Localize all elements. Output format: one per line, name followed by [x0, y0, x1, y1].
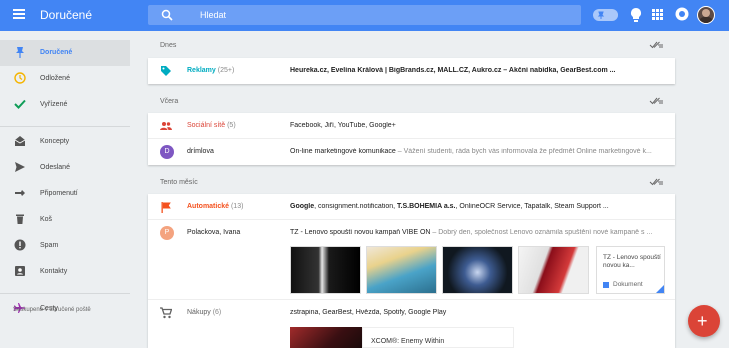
apps-grid-icon[interactable]	[652, 9, 663, 20]
corner-fold	[656, 285, 664, 293]
document-icon	[603, 282, 609, 288]
bundle-name: Reklamy (25+)	[187, 67, 235, 74]
sweep-done-icon[interactable]	[649, 177, 663, 187]
checkmark-icon	[14, 99, 26, 109]
attachment-thumbnail[interactable]	[442, 246, 513, 294]
section-yesterday: Včera	[148, 93, 675, 109]
bundle-row-automatic[interactable]: Automatické (13) Google, consignment.not…	[148, 194, 675, 220]
account-avatar[interactable]	[697, 6, 715, 24]
sidebar-item-label: Kontakty	[40, 268, 68, 275]
sidebar-item-label: Připomenutí	[40, 190, 78, 197]
promo-card[interactable]: XCOM®: Enemy Within	[362, 327, 514, 348]
sidebar-item-reminders[interactable]: Připomenutí	[0, 181, 130, 207]
clock-icon	[14, 72, 26, 84]
trash-icon	[16, 214, 24, 224]
sidebar-item-label: Spam	[40, 242, 59, 249]
sidebar-divider	[0, 293, 130, 294]
sidebar-item-label: Koncepty	[40, 138, 70, 145]
bundle-name: Automatické (13)	[187, 203, 244, 210]
send-icon	[15, 162, 25, 172]
sidebar-item-label: Doručené	[40, 49, 73, 56]
row-snippet: On-line marketingové komunikace – Vážení…	[290, 148, 652, 155]
attachment-thumbnail[interactable]	[518, 246, 589, 294]
search-bar[interactable]: Hledat	[148, 5, 581, 25]
people-icon	[160, 122, 172, 130]
sidebar-divider	[0, 126, 130, 127]
pin-toggle-icon[interactable]	[593, 9, 618, 21]
section-title: Dnes	[160, 42, 177, 49]
sender-avatar: P	[160, 226, 174, 240]
promo-image[interactable]	[290, 327, 362, 348]
sender-avatar: D	[160, 145, 174, 159]
reminder-bulb-icon[interactable]	[630, 7, 642, 23]
sidebar-item-label: Odeslané	[40, 164, 70, 171]
app-title: Doručené	[40, 8, 93, 22]
contacts-icon	[15, 266, 25, 276]
sweep-done-icon[interactable]	[649, 96, 663, 106]
sidebar-item-label: Vyřízené	[40, 101, 68, 108]
sidebar: Doručené Odložené Vyřízené Koncepty Odes…	[0, 31, 130, 348]
sidebar-footer: Seskupeno v doručené poště	[13, 307, 91, 313]
inbox-list: Dnes Reklamy (25+) Heureka.cz, Evelína K…	[148, 31, 675, 348]
top-app-bar: Doručené Hledat	[0, 0, 729, 31]
section-title: Tento měsíc	[160, 179, 198, 186]
flag-icon	[161, 202, 171, 213]
sweep-done-icon[interactable]	[649, 40, 663, 50]
row-snippet: Facebook, Jiří, YouTube, Google+	[290, 122, 396, 129]
sidebar-item-done[interactable]: Vyřízené	[0, 92, 130, 118]
sidebar-item-inbox[interactable]: Doručené	[0, 40, 130, 66]
card-yesterday: Sociální sítě (5) Facebook, Jiří, YouTub…	[148, 113, 675, 165]
bundle-name: Nákupy (6)	[187, 309, 222, 316]
sender-name: Polackova, Ivana	[187, 229, 241, 236]
section-today: Dnes	[148, 37, 675, 53]
search-icon	[161, 9, 173, 21]
sidebar-item-contacts[interactable]: Kontakty	[0, 259, 130, 285]
notifications-icon[interactable]	[675, 7, 689, 21]
sidebar-item-sent[interactable]: Odeslané	[0, 155, 130, 181]
document-type: Dokument	[613, 281, 643, 288]
promo-title: XCOM®: Enemy Within	[371, 338, 445, 345]
card-today: Reklamy (25+) Heureka.cz, Evelína Králov…	[148, 58, 675, 84]
sidebar-item-label: Odložené	[40, 75, 70, 82]
spam-icon	[14, 239, 26, 251]
sidebar-item-trash[interactable]: Koš	[0, 207, 130, 233]
section-title: Včera	[160, 98, 179, 105]
bundle-row-reklamy[interactable]: Reklamy (25+) Heureka.cz, Evelína Králov…	[148, 58, 675, 84]
plus-icon: +	[697, 311, 708, 331]
drafts-icon	[14, 136, 26, 146]
compose-fab-button[interactable]: +	[688, 305, 720, 337]
row-snippet: Heureka.cz, Evelína Králová | BigBrands.…	[290, 67, 616, 74]
attachment-thumbnail[interactable]	[290, 246, 361, 294]
attachment-thumbnail[interactable]	[366, 246, 437, 294]
bundle-row-social[interactable]: Sociální sítě (5) Facebook, Jiří, YouTub…	[148, 113, 675, 139]
search-input[interactable]: Hledat	[200, 10, 226, 20]
tag-icon	[161, 66, 171, 76]
email-row-drimlova[interactable]: D drímlova On-line marketingové komunika…	[148, 139, 675, 165]
pin-icon	[16, 47, 24, 58]
row-snippet: Google, consignment.notification, T.S.BO…	[290, 203, 609, 210]
sender-name: drímlova	[187, 148, 214, 155]
bundle-name: Sociální sítě (5)	[187, 122, 236, 129]
attachment-document-card[interactable]: TZ - Lenovo spouští novou ka... Dokument	[596, 246, 665, 294]
sidebar-item-label: Koš	[40, 216, 53, 223]
sidebar-item-snoozed[interactable]: Odložené	[0, 66, 130, 92]
row-snippet: zstrapina, GearBest, Hvězda, Spotify, Go…	[290, 309, 447, 316]
row-snippet: TZ - Lenovo spouští novou kampaň VIBE ON…	[290, 229, 653, 236]
hamburger-menu-icon[interactable]	[13, 9, 25, 21]
sidebar-item-spam[interactable]: Spam	[0, 233, 130, 259]
sidebar-item-drafts[interactable]: Koncepty	[0, 129, 130, 155]
document-title: TZ - Lenovo spouští novou ka...	[603, 254, 661, 269]
section-this-month: Tento měsíc	[148, 174, 675, 190]
reminder-hand-icon	[15, 190, 25, 196]
shopping-cart-icon	[160, 307, 172, 319]
